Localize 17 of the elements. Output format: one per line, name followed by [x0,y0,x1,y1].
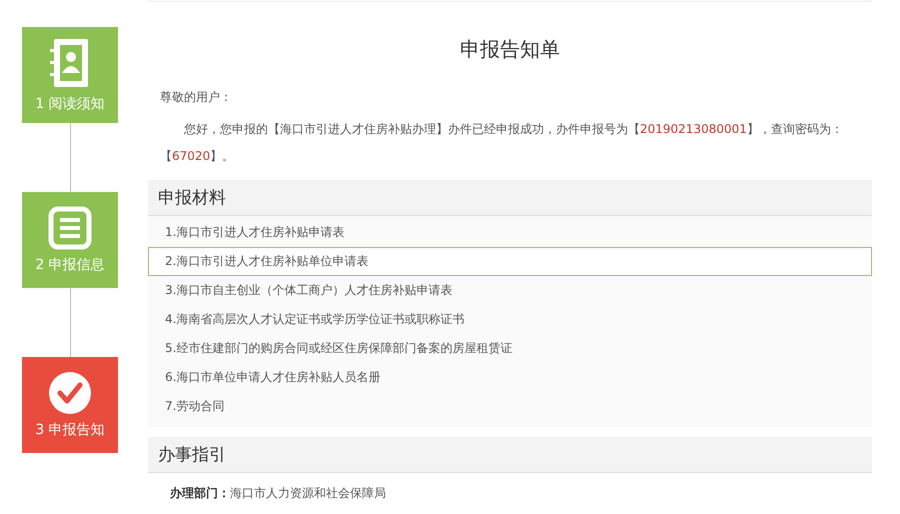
material-item[interactable]: 3.海口市自主创业（个体工商户）人才住房补贴申请表 [148,276,872,305]
section-header: 办事指引 [148,437,872,473]
notice-message: 您好，您申报的【海口市引进人才住房补贴办理】办件已经申报成功，办件申报号为【20190213080001】，查询密码为：【67020】。 [160,121,844,165]
field-label: 办理部门： [170,486,230,500]
material-item[interactable]: 6.海口市单位申请人才住房补贴人员名册 [148,363,872,392]
field-value: 海口市人力资源和社会保障局 [230,486,386,500]
section-header: 申报材料 [148,180,872,216]
material-item[interactable]: 1.海口市引进人才住房补贴申请表 [148,218,872,247]
material-item[interactable]: 7.劳动合同 [148,392,872,421]
material-item[interactable]: 2.海口市引进人才住房补贴单位申请表 [148,247,872,276]
greeting-text: 尊敬的用户： [160,89,233,106]
checkmark-icon [48,371,92,415]
list-icon [48,206,92,250]
notice-title: 申报告知单 [459,36,561,63]
step-tile[interactable]: 3 申报告知 [22,357,118,453]
material-item[interactable]: 5.经市住建部门的购房合同或经区住房保障部门备案的房屋租赁证 [148,334,872,363]
material-item[interactable]: 4.海南省高层次人才认定证书或学历学位证书或职称证书 [148,305,872,334]
